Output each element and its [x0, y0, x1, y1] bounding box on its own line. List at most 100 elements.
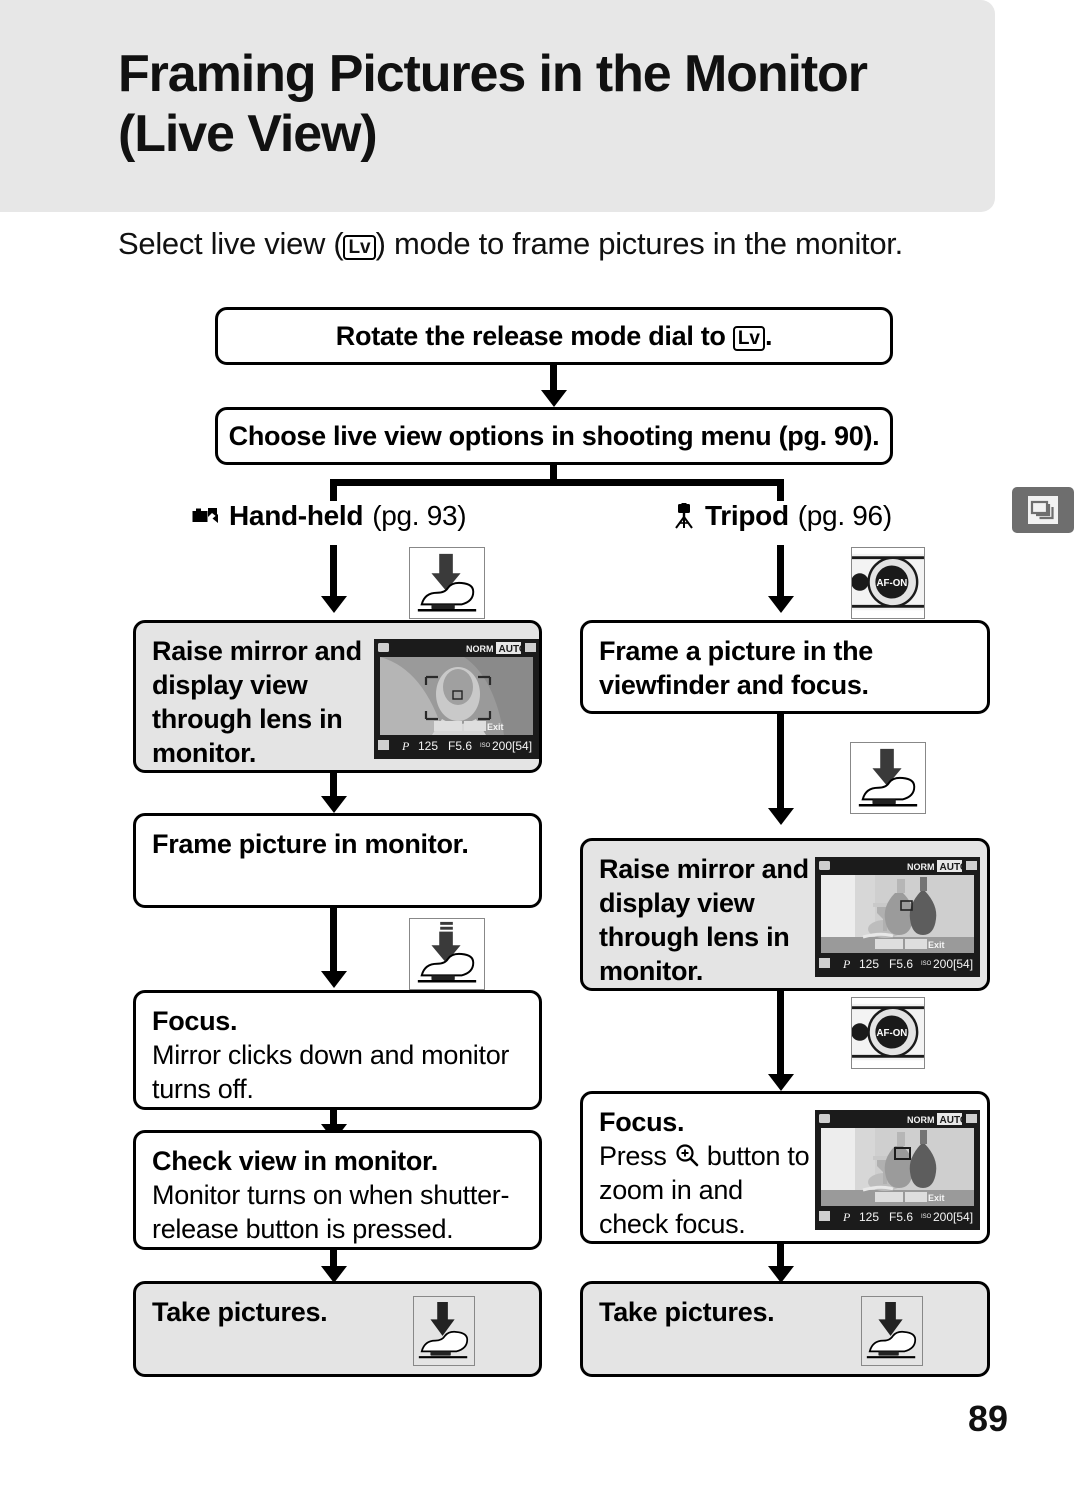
- shutter-press-hand-icon-card: [850, 742, 926, 814]
- stacked-frames-icon: [1028, 496, 1058, 524]
- svg-text:F5.6: F5.6: [889, 957, 913, 971]
- svg-text:NORM: NORM: [466, 644, 494, 654]
- flow-step-left-frame-picture-label: Frame picture in monitor.: [152, 829, 469, 859]
- connector-arrow: [321, 971, 347, 988]
- lcd-preview-stilllife: NORM AUTO Exit P 125 F5.6 ISO 200[54]: [815, 857, 980, 977]
- chapter-tab: [1012, 487, 1074, 533]
- flow-step-rotate-dial-label: Rotate the release mode dial to Lv.: [335, 319, 773, 353]
- flow-step-right-focus: Focus. Press button to zoom in and check…: [580, 1091, 990, 1244]
- shutter-press-hand-icon: [417, 553, 477, 612]
- svg-text:ISO: ISO: [480, 743, 491, 749]
- shutter-press-hand-icon: [418, 1301, 469, 1359]
- connector-arrow: [768, 808, 794, 825]
- connector-arrow: [768, 596, 794, 613]
- flow-step-left-raise-mirror: Raise mirror and display view through le…: [133, 620, 542, 773]
- branch-label-hand-held-text: Hand-held: [229, 500, 364, 531]
- svg-text:ISO: ISO: [921, 1214, 932, 1220]
- flow-step-right-focus-body: Press button to zoom in and check focus.: [599, 1139, 814, 1241]
- rotate-dial-text-after: .: [765, 320, 773, 351]
- svg-text:Exit: Exit: [928, 940, 945, 950]
- flow-step-left-take-pictures: Take pictures.: [133, 1281, 542, 1377]
- flow-step-right-raise-mirror: Raise mirror and display view through le…: [580, 838, 990, 991]
- branch-label-tripod-page: (pg. 96): [797, 500, 892, 531]
- rotate-dial-text-before: Rotate the release mode dial to: [335, 320, 733, 351]
- branch-label-hand-held: Hand-held (pg. 93): [192, 500, 467, 532]
- connector-line-horizontal: [330, 479, 784, 486]
- lcd-screen-stilllife-zoomed: NORM AUTO Exit P 125 F5.6 ISO 200[54]: [815, 1110, 980, 1230]
- svg-text:F5.6: F5.6: [448, 739, 472, 753]
- page-title-line-2: (Live View): [118, 105, 378, 164]
- flow-step-right-take-pictures: Take pictures.: [580, 1281, 990, 1377]
- af-on-button-icon: AF-ON: [852, 1003, 924, 1061]
- connector-line: [330, 908, 337, 978]
- lcd-preview-stilllife-zoomed: NORM AUTO Exit P 125 F5.6 ISO 200[54]: [815, 1110, 980, 1230]
- flow-step-right-frame-viewfinder-label: Frame a picture in the viewfinder and fo…: [599, 636, 873, 701]
- connector-line: [330, 479, 337, 501]
- connector-arrow: [541, 390, 567, 407]
- lcd-screen-stilllife: NORM AUTO Exit P 125 F5.6 ISO 200[54]: [815, 857, 980, 977]
- intro-sentence: Select live view (Lv) mode to frame pict…: [118, 225, 988, 264]
- svg-text:P: P: [842, 957, 851, 971]
- svg-text:125: 125: [418, 739, 438, 753]
- branch-label-tripod: Tripod (pg. 96): [672, 500, 892, 532]
- flow-step-choose-options: Choose live view options in shooting men…: [215, 407, 893, 465]
- svg-text:200[54]: 200[54]: [933, 1210, 973, 1224]
- shutter-press-hand-icon-card: [861, 1296, 923, 1366]
- page-title-line-1: Framing Pictures in the Monitor: [118, 45, 868, 103]
- svg-text:AF-ON: AF-ON: [876, 578, 907, 589]
- zoom-in-icon: [676, 1144, 699, 1167]
- flow-step-right-focus-title: Focus.: [599, 1107, 685, 1137]
- svg-text:NORM: NORM: [907, 1115, 935, 1125]
- branch-label-hand-held-page: (pg. 93): [372, 500, 467, 531]
- page-title: Framing Pictures in the Monitor (Live Vi…: [118, 44, 988, 165]
- svg-text:NORM: NORM: [907, 862, 935, 872]
- intro-text-after: ) mode to frame pictures in the monitor.: [375, 226, 904, 261]
- flow-step-left-focus-title: Focus.: [152, 1006, 238, 1036]
- shutter-press-hand-icon: [866, 1301, 917, 1359]
- focus-body-before: Press: [599, 1141, 674, 1172]
- shutter-press-halfway-hand-icon-card: [409, 918, 485, 990]
- flow-step-left-check-view-body: Monitor turns on when shutter-release bu…: [152, 1180, 510, 1245]
- connector-line: [777, 545, 784, 601]
- flow-step-left-frame-picture: Frame picture in monitor.: [133, 813, 542, 908]
- branch-label-tripod-text: Tripod: [705, 500, 789, 531]
- live-view-icon: Lv: [343, 235, 376, 261]
- svg-text:200[54]: 200[54]: [492, 739, 532, 753]
- tripod-icon: [675, 503, 693, 529]
- lcd-screen-portrait: NORM AUTO Exit P 125 F5.6 ISO 200[54]: [374, 639, 539, 759]
- svg-text:Exit: Exit: [928, 1193, 945, 1203]
- af-on-button-icon-card: AF-ON: [851, 997, 925, 1069]
- connector-line: [777, 714, 784, 814]
- svg-text:F5.6: F5.6: [889, 1210, 913, 1224]
- flow-step-right-frame-viewfinder: Frame a picture in the viewfinder and fo…: [580, 620, 990, 714]
- af-on-button-icon-card: AF-ON: [851, 547, 925, 619]
- svg-text:AUTO: AUTO: [940, 862, 968, 873]
- svg-text:ISO: ISO: [921, 961, 932, 967]
- connector-arrow: [768, 1074, 794, 1091]
- flow-step-left-check-view-title: Check view in monitor.: [152, 1146, 438, 1176]
- af-on-button-icon: AF-ON: [852, 553, 924, 611]
- page-number: 89: [967, 1398, 1008, 1439]
- connector-line: [330, 545, 337, 601]
- shutter-press-hand-icon: [858, 748, 918, 807]
- svg-text:P: P: [842, 1210, 851, 1224]
- svg-text:Exit: Exit: [487, 722, 504, 732]
- svg-text:200[54]: 200[54]: [933, 957, 973, 971]
- flow-step-rotate-dial: Rotate the release mode dial to Lv.: [215, 307, 893, 365]
- svg-text:AF-ON: AF-ON: [876, 1028, 907, 1039]
- connector-line: [777, 479, 784, 501]
- lcd-preview-portrait: NORM AUTO Exit P 125 F5.6 ISO 200[54]: [374, 639, 539, 759]
- connector-arrow: [321, 796, 347, 813]
- shutter-press-hand-icon-card: [413, 1296, 475, 1366]
- flow-step-left-focus: Focus. Mirror clicks down and monitor tu…: [133, 990, 542, 1110]
- hand-held-camera-icon: [192, 508, 218, 523]
- svg-text:AUTO: AUTO: [499, 644, 527, 655]
- flow-step-left-check-view: Check view in monitor. Monitor turns on …: [133, 1130, 542, 1250]
- connector-line: [777, 991, 784, 1081]
- flow-step-right-raise-mirror-label: Raise mirror and display view through le…: [599, 854, 809, 987]
- flow-step-left-raise-mirror-label: Raise mirror and display view through le…: [152, 636, 362, 769]
- connector-arrow: [321, 596, 347, 613]
- svg-text:AUTO: AUTO: [940, 1115, 968, 1126]
- flow-step-left-focus-body: Mirror clicks down and monitor turns off…: [152, 1040, 510, 1105]
- live-view-icon: Lv: [732, 325, 765, 352]
